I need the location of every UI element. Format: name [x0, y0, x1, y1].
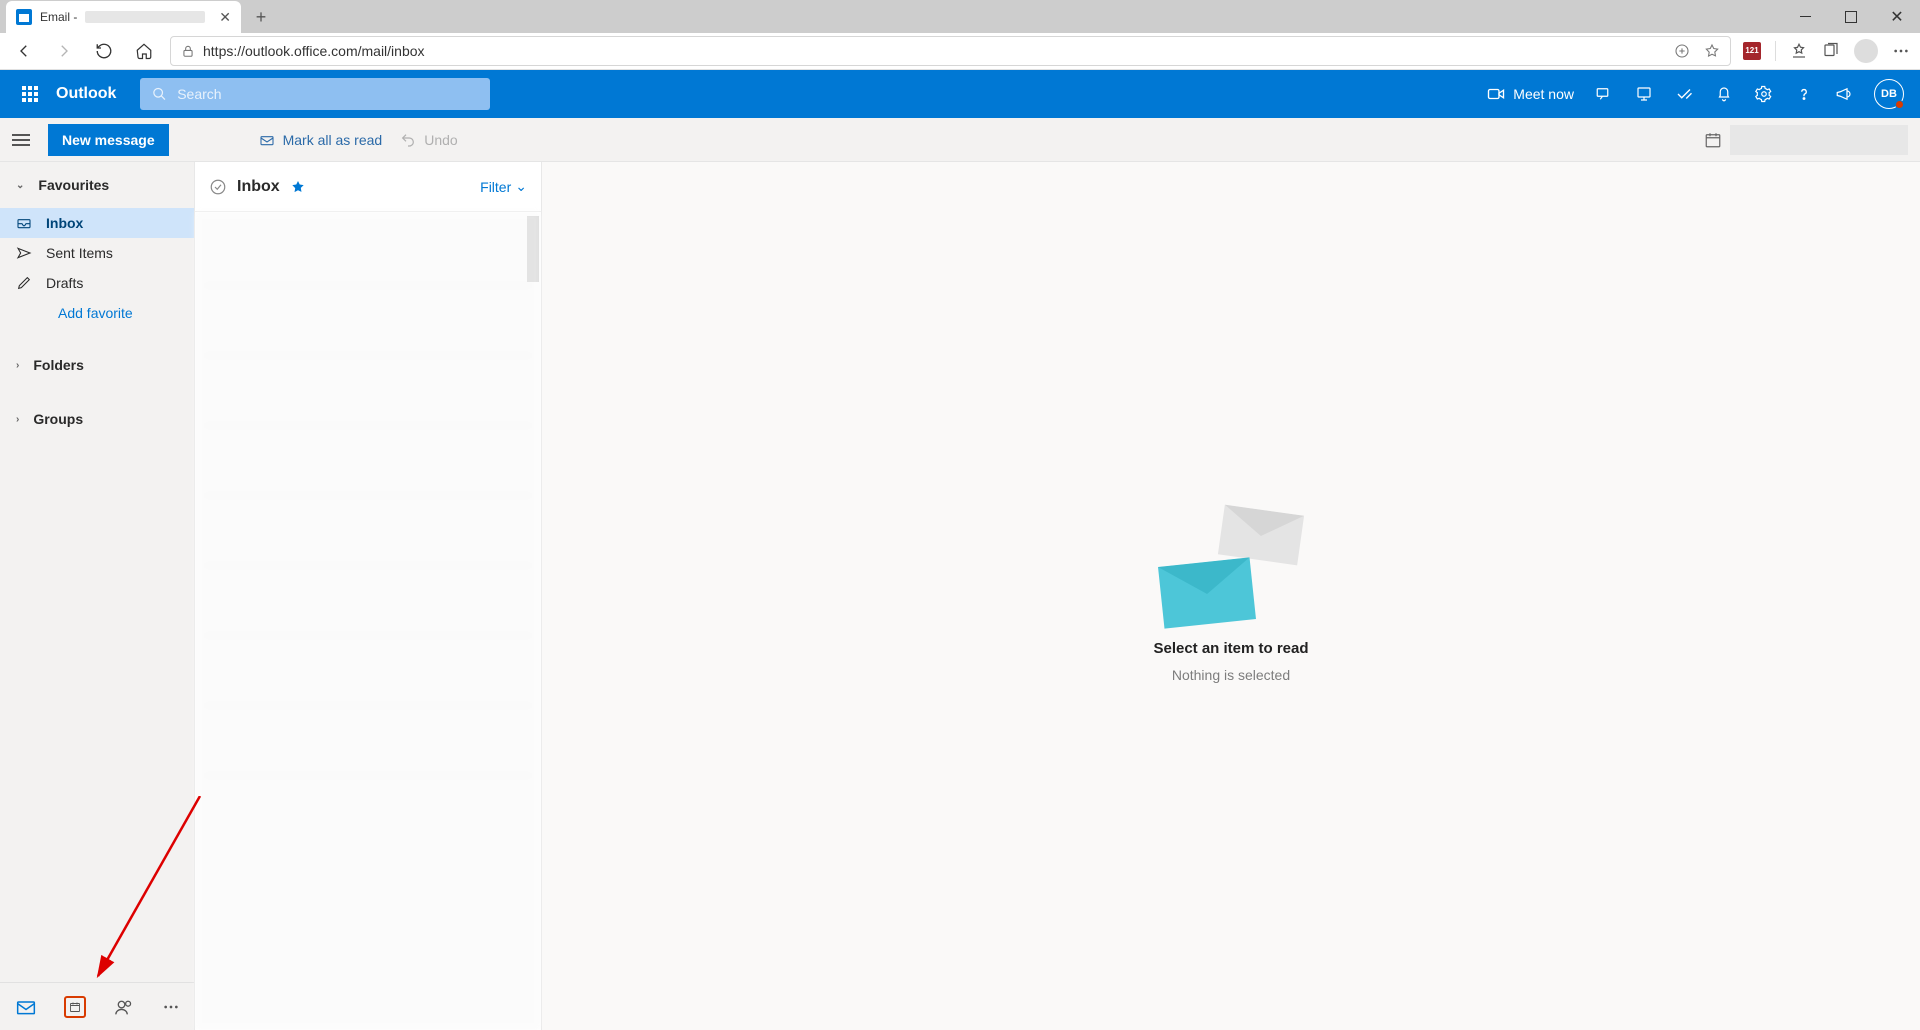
folders-section[interactable]: › Folders: [0, 342, 194, 388]
outlook-header: Outlook Meet now DB: [0, 70, 1920, 118]
teams-call-icon[interactable]: [1634, 84, 1654, 104]
filter-button[interactable]: Filter ⌄: [480, 178, 527, 195]
command-bar: New message Mark all as read Undo: [0, 118, 1920, 162]
url-text: https://outlook.office.com/mail/inbox: [203, 43, 425, 59]
mark-all-read-button[interactable]: Mark all as read: [259, 132, 383, 148]
sidebar-item-sent[interactable]: Sent Items: [0, 238, 194, 268]
maximize-button[interactable]: [1828, 0, 1874, 33]
refresh-button[interactable]: [90, 37, 118, 65]
profile-avatar[interactable]: [1854, 39, 1878, 63]
add-favorite-link[interactable]: Add favorite: [0, 298, 194, 328]
calendar-pane-icon[interactable]: [1704, 131, 1722, 149]
video-icon: [1487, 87, 1505, 101]
inbox-icon: [16, 216, 32, 230]
bottom-module-nav: [0, 982, 194, 1030]
tab-title-prefix: Email -: [40, 10, 77, 24]
home-button[interactable]: [130, 37, 158, 65]
search-box[interactable]: [140, 78, 490, 110]
app-launcher-button[interactable]: [10, 74, 50, 114]
empty-envelope-illustration: [1161, 510, 1301, 630]
waffle-icon: [22, 86, 38, 102]
reading-pane: Select an item to read Nothing is select…: [542, 162, 1920, 1030]
hamburger-button[interactable]: [12, 134, 30, 146]
drafts-icon: [16, 275, 32, 291]
lock-icon: [181, 44, 195, 58]
reading-empty-subtitle: Nothing is selected: [1172, 667, 1290, 683]
user-avatar[interactable]: DB: [1874, 79, 1904, 109]
command-bar-right: [1704, 125, 1908, 155]
more-modules-icon[interactable]: [162, 996, 180, 1018]
browser-tab[interactable]: Email - ✕: [6, 1, 241, 33]
chevron-down-icon: ⌄: [515, 178, 527, 195]
mail-open-icon: [259, 133, 275, 147]
new-tab-button[interactable]: +: [247, 3, 275, 31]
presence-dot: [1895, 100, 1904, 109]
header-right: Meet now DB: [1487, 79, 1910, 109]
message-list-pane: Inbox Filter ⌄: [194, 162, 542, 1030]
browser-nav-bar: https://outlook.office.com/mail/inbox 12…: [0, 33, 1920, 70]
main-area: ⌄ Favourites Inbox Sent Items Drafts Add…: [0, 162, 1920, 1030]
my-day-icon[interactable]: [1674, 84, 1694, 104]
tab-strip: Email - ✕ + ✕: [0, 0, 1920, 33]
folder-sidebar: ⌄ Favourites Inbox Sent Items Drafts Add…: [0, 162, 194, 1030]
undo-button[interactable]: Undo: [400, 132, 457, 148]
favourites-section[interactable]: ⌄ Favourites: [0, 162, 194, 208]
close-tab-icon[interactable]: ✕: [219, 9, 231, 26]
sidebar-item-inbox[interactable]: Inbox: [0, 208, 194, 238]
sidebar-item-drafts[interactable]: Drafts: [0, 268, 194, 298]
undo-icon: [400, 132, 416, 148]
window-controls: ✕: [1782, 0, 1920, 33]
close-window-button[interactable]: ✕: [1874, 0, 1920, 33]
back-button[interactable]: [10, 37, 38, 65]
chevron-down-icon: ⌄: [16, 180, 24, 191]
people-module-icon[interactable]: [114, 996, 134, 1018]
forward-button[interactable]: [50, 37, 78, 65]
browser-chrome: Email - ✕ + ✕ https://outlook.office.com…: [0, 0, 1920, 70]
message-list-header: Inbox Filter ⌄: [195, 162, 541, 212]
brand-label: Outlook: [56, 85, 116, 103]
favorite-star-icon[interactable]: [1704, 43, 1720, 59]
add-page-icon[interactable]: [1674, 43, 1690, 59]
browser-extensions: 121: [1743, 39, 1910, 63]
pinned-star-icon[interactable]: [290, 179, 306, 195]
mail-module-icon[interactable]: [16, 996, 36, 1018]
address-bar[interactable]: https://outlook.office.com/mail/inbox: [170, 36, 1731, 66]
tab-title-redacted: [85, 11, 205, 23]
select-all-icon[interactable]: [209, 178, 227, 196]
minimize-button[interactable]: [1782, 0, 1828, 33]
message-list-redacted: [195, 212, 541, 1030]
megaphone-icon[interactable]: [1834, 84, 1854, 104]
notifications-icon[interactable]: [1714, 84, 1734, 104]
favorites-list-icon[interactable]: [1790, 42, 1808, 60]
search-icon: [152, 86, 167, 102]
collections-icon[interactable]: [1822, 42, 1840, 60]
sent-icon: [16, 246, 32, 260]
calendar-module-icon[interactable]: [64, 996, 86, 1018]
meet-now-button[interactable]: Meet now: [1487, 86, 1574, 102]
help-icon[interactable]: [1794, 84, 1814, 104]
reading-empty-title: Select an item to read: [1153, 640, 1308, 657]
teams-chat-icon[interactable]: [1594, 84, 1614, 104]
new-message-button[interactable]: New message: [48, 124, 169, 156]
chevron-right-icon: ›: [16, 360, 19, 371]
more-icon[interactable]: [1892, 49, 1910, 53]
folder-title: Inbox: [237, 178, 280, 196]
groups-section[interactable]: › Groups: [0, 396, 194, 442]
calendar-extension-icon[interactable]: 121: [1743, 42, 1761, 60]
chevron-right-icon: ›: [16, 414, 19, 425]
calendar-redacted: [1730, 125, 1908, 155]
search-input[interactable]: [177, 86, 478, 102]
outlook-favicon: [16, 9, 32, 25]
settings-icon[interactable]: [1754, 84, 1774, 104]
